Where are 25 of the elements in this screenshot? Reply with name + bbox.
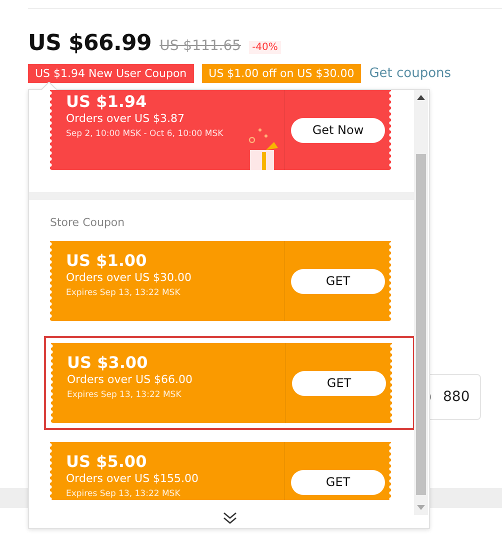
coupon-validity: Expires Sep 13, 13:22 MSK — [66, 288, 182, 298]
scroll-down-icon[interactable] — [223, 512, 237, 524]
section-title: Store Coupon — [49, 215, 126, 231]
get-coupon-button[interactable]: GET — [291, 470, 385, 494]
coupon-amount: US $1.94 — [66, 92, 148, 111]
scrollbar[interactable] — [414, 90, 428, 515]
coupon-amount: US $3.00 — [67, 353, 149, 372]
current-price: US $66.99 — [28, 31, 152, 56]
get-coupons-link[interactable]: Get coupons — [369, 66, 452, 81]
discount-badge: -40% — [249, 41, 281, 54]
get-coupon-button[interactable]: GET — [291, 268, 385, 294]
get-coupon-button[interactable]: GET — [292, 370, 386, 396]
coupon-amount: US $5.00 — [66, 452, 148, 471]
coupon-condition: Orders over US $3.87 — [66, 112, 186, 125]
coupon-amount: US $1.00 — [66, 251, 148, 270]
coupon-tag[interactable]: US $1.94 New User Coupon — [28, 64, 194, 83]
original-price: US $111.65 — [160, 38, 242, 54]
get-coupon-button[interactable]: Get Now — [291, 118, 385, 142]
coupon-condition: Orders over US $66.00 — [67, 373, 194, 386]
coupon-condition: Orders over US $155.00 — [66, 472, 200, 485]
scroll-up-arrow-icon[interactable] — [417, 95, 425, 100]
coupon-condition: Orders over US $30.00 — [66, 271, 193, 284]
coupon-validity: Sep 2, 10:00 MSK - Oct 6, 10:00 MSK — [66, 129, 224, 139]
coupon-validity: Expires Sep 13, 13:22 MSK — [67, 390, 182, 400]
coupon-validity: Expires Sep 13, 13:22 MSK — [66, 489, 182, 499]
